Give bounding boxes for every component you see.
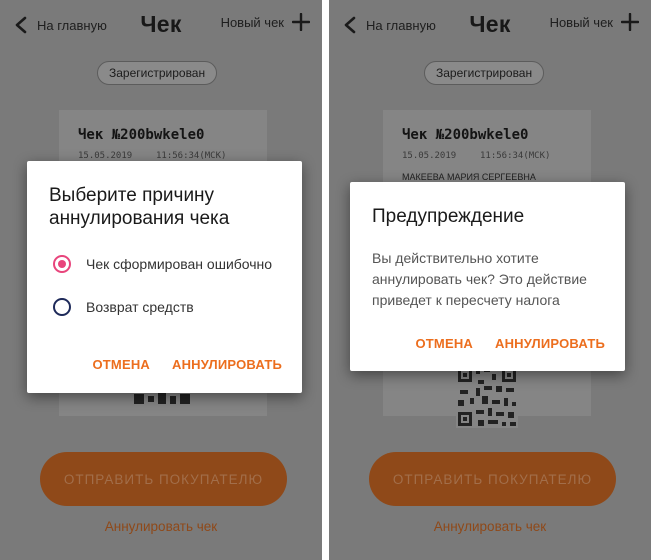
send-to-buyer-button[interactable]: ОТПРАВИТЬ ПОКУПАТЕЛЮ (40, 452, 287, 506)
dialog-title: Выберите причину аннулирования чека (49, 185, 230, 229)
screen-warning: На главную Чек Новый чек Зарегистрирован… (329, 0, 651, 560)
plus-icon (621, 13, 639, 31)
receipt-title: Чек №200bwkele0 (78, 127, 205, 143)
back-button[interactable]: На главную (14, 14, 107, 36)
receipt-date: 15.05.2019 (402, 151, 457, 161)
option-created-by-mistake[interactable]: Чек сформирован ошибочно (53, 253, 272, 275)
radio-selected-icon[interactable] (53, 255, 71, 273)
dialog-message: Вы действительно хотите аннулировать чек… (372, 250, 587, 308)
plus-icon (292, 13, 310, 31)
receipt-time: 11:56:34(МСК) (156, 151, 227, 161)
back-label: На главную (37, 17, 107, 33)
option-refund[interactable]: Возврат средств (53, 296, 194, 318)
new-check-button[interactable]: Новый чек (221, 13, 310, 31)
screen-reason-select: На главную Чек Новый чек Зарегистрирован… (0, 0, 322, 560)
receipt-buyer: МАКЕЕВА МАРИЯ СЕРГЕЕВНА (402, 172, 536, 182)
option-label: Возврат средств (86, 299, 194, 315)
dialog-annul-button[interactable]: АННУЛИРОВАТЬ (172, 357, 282, 372)
chevron-left-icon (15, 16, 27, 34)
dialog-cancel-button[interactable]: ОТМЕНА (415, 336, 473, 351)
dialog-title: Предупреждение (372, 206, 525, 227)
receipt-time: 11:56:34(МСК) (480, 151, 551, 161)
new-check-label: Новый чек (549, 14, 613, 30)
status-badge: Зарегистрирован (97, 61, 218, 85)
app-header: На главную Чек Новый чек (329, 0, 651, 48)
app-header: На главную Чек Новый чек (0, 0, 322, 48)
cancel-receipt-link[interactable]: Аннулировать чек (0, 519, 322, 534)
cancel-receipt-link[interactable]: Аннулировать чек (329, 519, 651, 534)
receipt-date: 15.05.2019 (78, 151, 133, 161)
back-label: На главную (366, 17, 436, 33)
status-badge: Зарегистрирован (424, 61, 545, 85)
reason-dialog: Выберите причину аннулирования чека Чек … (27, 161, 302, 393)
send-to-buyer-button[interactable]: ОТПРАВИТЬ ПОКУПАТЕЛЮ (369, 452, 616, 506)
new-check-button[interactable]: Новый чек (550, 13, 639, 31)
dialog-cancel-button[interactable]: ОТМЕНА (92, 357, 150, 372)
option-label: Чек сформирован ошибочно (86, 256, 273, 272)
radio-unselected-icon[interactable] (53, 298, 71, 316)
dialog-annul-button[interactable]: АННУЛИРОВАТЬ (495, 336, 605, 351)
dialog-actions: ОТМЕНА АННУЛИРОВАТЬ (415, 336, 605, 351)
new-check-label: Новый чек (220, 14, 284, 30)
qr-code-icon (456, 366, 518, 428)
warning-dialog: Предупреждение Вы действительно хотите а… (350, 182, 625, 371)
back-button[interactable]: На главную (343, 14, 436, 36)
chevron-left-icon (344, 16, 356, 34)
dialog-actions: ОТМЕНА АННУЛИРОВАТЬ (92, 357, 282, 372)
receipt-title: Чек №200bwkele0 (402, 127, 529, 143)
